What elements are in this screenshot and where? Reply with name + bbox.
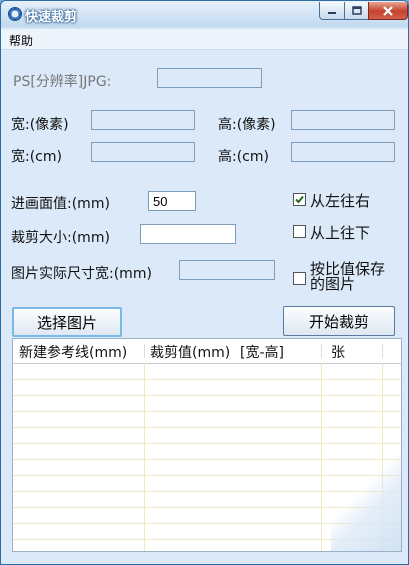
width-px-input[interactable] [91, 110, 195, 130]
start-crop-button[interactable]: 开始裁剪 [283, 306, 395, 336]
height-px-input[interactable] [291, 110, 395, 130]
column-header-guide-line[interactable]: 新建参考线(mm) [19, 342, 127, 362]
top-to-bottom-checkbox[interactable] [293, 225, 306, 238]
crop-size-input[interactable] [140, 224, 236, 244]
grid-row-line [13, 443, 401, 444]
crop-size-label: 裁剪大小:(mm) [11, 230, 110, 246]
grid-column-line [144, 363, 145, 551]
height-cm-input[interactable] [291, 142, 395, 162]
grid-column-line [321, 363, 322, 551]
actual-width-label: 图片实际尺寸宽:(mm) [11, 266, 152, 282]
left-to-right-label: 从左往右 [310, 192, 371, 210]
main-panel: PS[分辨率]JPG: 宽:(像素) 高:(像素) 宽:(cm) 高:(cm) … [1, 50, 408, 564]
resize-grip [331, 451, 401, 551]
maximize-icon [351, 5, 362, 16]
left-to-right-checkbox[interactable] [293, 193, 306, 206]
save-by-ratio-label: 按比值保存 的图片 [310, 262, 385, 292]
column-header-width-height[interactable]: [宽-高] [240, 342, 284, 362]
height-px-label: 高:(像素) [218, 117, 276, 133]
actual-width-input[interactable] [179, 260, 275, 280]
grid-row-line [13, 411, 401, 412]
header-divider [382, 344, 383, 358]
grid-row-line [13, 379, 401, 380]
grid-row-line [13, 427, 401, 428]
ps-resolution-input[interactable] [157, 68, 262, 88]
left-to-right-option[interactable]: 从左往右 [293, 190, 370, 211]
close-button[interactable] [368, 2, 408, 20]
width-cm-label: 宽:(cm) [11, 149, 62, 165]
height-cm-label: 高:(cm) [218, 149, 269, 165]
select-image-button[interactable]: 选择图片 [12, 307, 122, 337]
title-bar[interactable]: 快速裁剪 [1, 1, 408, 27]
top-to-bottom-label: 从上往下 [310, 224, 371, 242]
column-header-count[interactable]: 张 [331, 342, 345, 362]
ps-resolution-label: PS[分辨率]JPG: [13, 74, 112, 90]
grid-row-line [13, 395, 401, 396]
gear-icon [7, 6, 23, 22]
menu-bar: 帮助 [1, 29, 408, 50]
feed-value-input[interactable] [148, 191, 196, 211]
header-divider [144, 344, 145, 358]
minimize-button[interactable] [319, 2, 345, 20]
minimize-icon [327, 6, 337, 16]
width-px-label: 宽:(像素) [11, 117, 69, 133]
result-table[interactable]: 新建参考线(mm) 裁剪值(mm) [宽-高] 张 [12, 338, 402, 552]
save-by-ratio-checkbox[interactable] [293, 272, 306, 285]
header-divider [321, 344, 322, 358]
menu-help[interactable]: 帮助 [9, 32, 33, 49]
top-to-bottom-option[interactable]: 从上往下 [293, 222, 370, 243]
close-icon [382, 5, 394, 17]
width-cm-input[interactable] [91, 142, 195, 162]
feed-value-label: 进画面值:(mm) [11, 196, 110, 212]
save-by-ratio-option[interactable]: 按比值保存 的图片 [293, 262, 385, 292]
maximize-button[interactable] [344, 2, 369, 20]
column-header-crop-value[interactable]: 裁剪值(mm) [150, 342, 230, 362]
app-window: 快速裁剪 帮助 PS[分辨率]JPG: 宽:(像素) 高:(像素) 宽:(cm)… [0, 0, 409, 565]
table-header: 新建参考线(mm) 裁剪值(mm) [宽-高] 张 [13, 339, 401, 364]
window-title: 快速裁剪 [25, 10, 78, 25]
save-by-ratio-label-line2: 的图片 [310, 275, 356, 293]
